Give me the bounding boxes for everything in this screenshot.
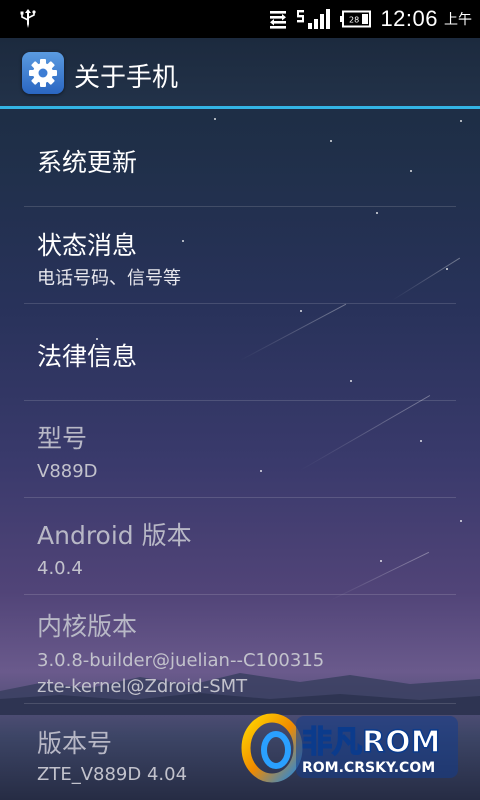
- svg-text:ROM.CRSKY.COM: ROM.CRSKY.COM: [302, 760, 435, 776]
- sync-icon: [270, 11, 287, 29]
- status-clock: 12:06: [380, 6, 438, 31]
- item-title: 系统更新: [37, 148, 138, 177]
- settings-list: 系统更新 状态消息 电话号码、信号等 法律信息 型号 V889D Android…: [0, 109, 480, 798]
- watermark-logo: 非凡ROM ROM.CRSKY.COM: [241, 713, 458, 783]
- signal-strength-icon: [297, 9, 331, 29]
- usb-icon: [20, 9, 36, 28]
- app-icon-button[interactable]: [22, 52, 64, 94]
- page-title: 关于手机: [74, 63, 179, 93]
- settings-gear-icon: [29, 59, 57, 87]
- action-bar: 关于手机: [0, 38, 480, 109]
- svg-text:非凡ROM: 非凡ROM: [302, 725, 440, 760]
- list-item-kernel-version: 内核版本 3.0.8-builder@juelian--C100315 zte-…: [0, 595, 480, 704]
- item-summary: 3.0.8-builder@juelian--C100315 zte-kerne…: [37, 650, 325, 697]
- item-title: 状态消息: [37, 231, 138, 260]
- list-item-status[interactable]: 状态消息 电话号码、信号等: [0, 207, 480, 304]
- battery-icon: 28: [340, 10, 372, 28]
- item-summary: V889D: [37, 461, 98, 482]
- list-item-android-version: Android 版本 4.0.4: [0, 498, 480, 595]
- item-title: Android 版本: [37, 521, 192, 550]
- item-summary: 电话号码、信号等: [37, 268, 181, 289]
- item-summary: 4.0.4: [37, 558, 83, 579]
- item-title: 法律信息: [37, 342, 138, 371]
- item-title: 内核版本: [37, 612, 138, 641]
- item-title: 型号: [37, 424, 88, 453]
- list-item-model: 型号 V889D: [0, 401, 480, 498]
- list-item-system-update[interactable]: 系统更新: [0, 109, 480, 207]
- status-bar: 28 12:06 上午: [0, 0, 480, 38]
- list-item-legal-info[interactable]: 法律信息: [0, 304, 480, 401]
- svg-text:28: 28: [349, 16, 359, 25]
- status-ampm: 上午: [444, 12, 472, 28]
